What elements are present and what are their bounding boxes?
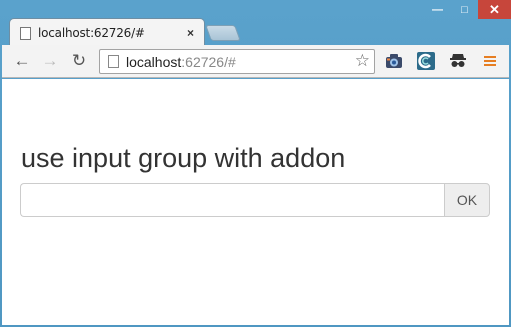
- page-title: use input group with addon: [21, 143, 346, 173]
- address-bar[interactable]: localhost:62726/# ☆: [99, 49, 375, 74]
- menu-icon[interactable]: [479, 50, 501, 72]
- url-path: :62726/#: [181, 53, 236, 70]
- window-close-button[interactable]: ✕: [478, 0, 511, 19]
- url-host: localhost: [126, 53, 182, 70]
- window-maximize-button[interactable]: □: [451, 0, 478, 19]
- text-input[interactable]: [20, 183, 444, 217]
- browser-toolbar: ← → ↻ localhost:62726/# ☆: [2, 45, 509, 78]
- c-extension-icon[interactable]: [415, 50, 437, 72]
- incognito-mask-icon[interactable]: [447, 50, 469, 72]
- input-group: OK: [20, 183, 490, 217]
- page-viewport: use input group with addon OK: [2, 79, 509, 325]
- window-minimize-button[interactable]: —: [424, 0, 451, 19]
- back-arrow-icon[interactable]: ←: [12, 51, 32, 71]
- browser-tab-content[interactable]: localhost:62726/# ×: [20, 20, 200, 46]
- browser-window: — □ ✕ localhost:62726/# × ← → ↻ localhos…: [0, 0, 511, 327]
- forward-arrow-icon[interactable]: →: [40, 51, 60, 71]
- page-favicon-icon: [20, 26, 31, 40]
- new-tab-button[interactable]: [205, 25, 241, 41]
- camera-extension-icon[interactable]: [383, 50, 405, 72]
- ok-addon: OK: [444, 183, 490, 217]
- tab-title: localhost:62726/#: [38, 26, 145, 40]
- tab-close-icon[interactable]: ×: [187, 26, 194, 40]
- reload-icon[interactable]: ↻: [69, 51, 89, 71]
- page-icon: [108, 55, 119, 68]
- bookmark-star-icon[interactable]: ☆: [355, 51, 370, 71]
